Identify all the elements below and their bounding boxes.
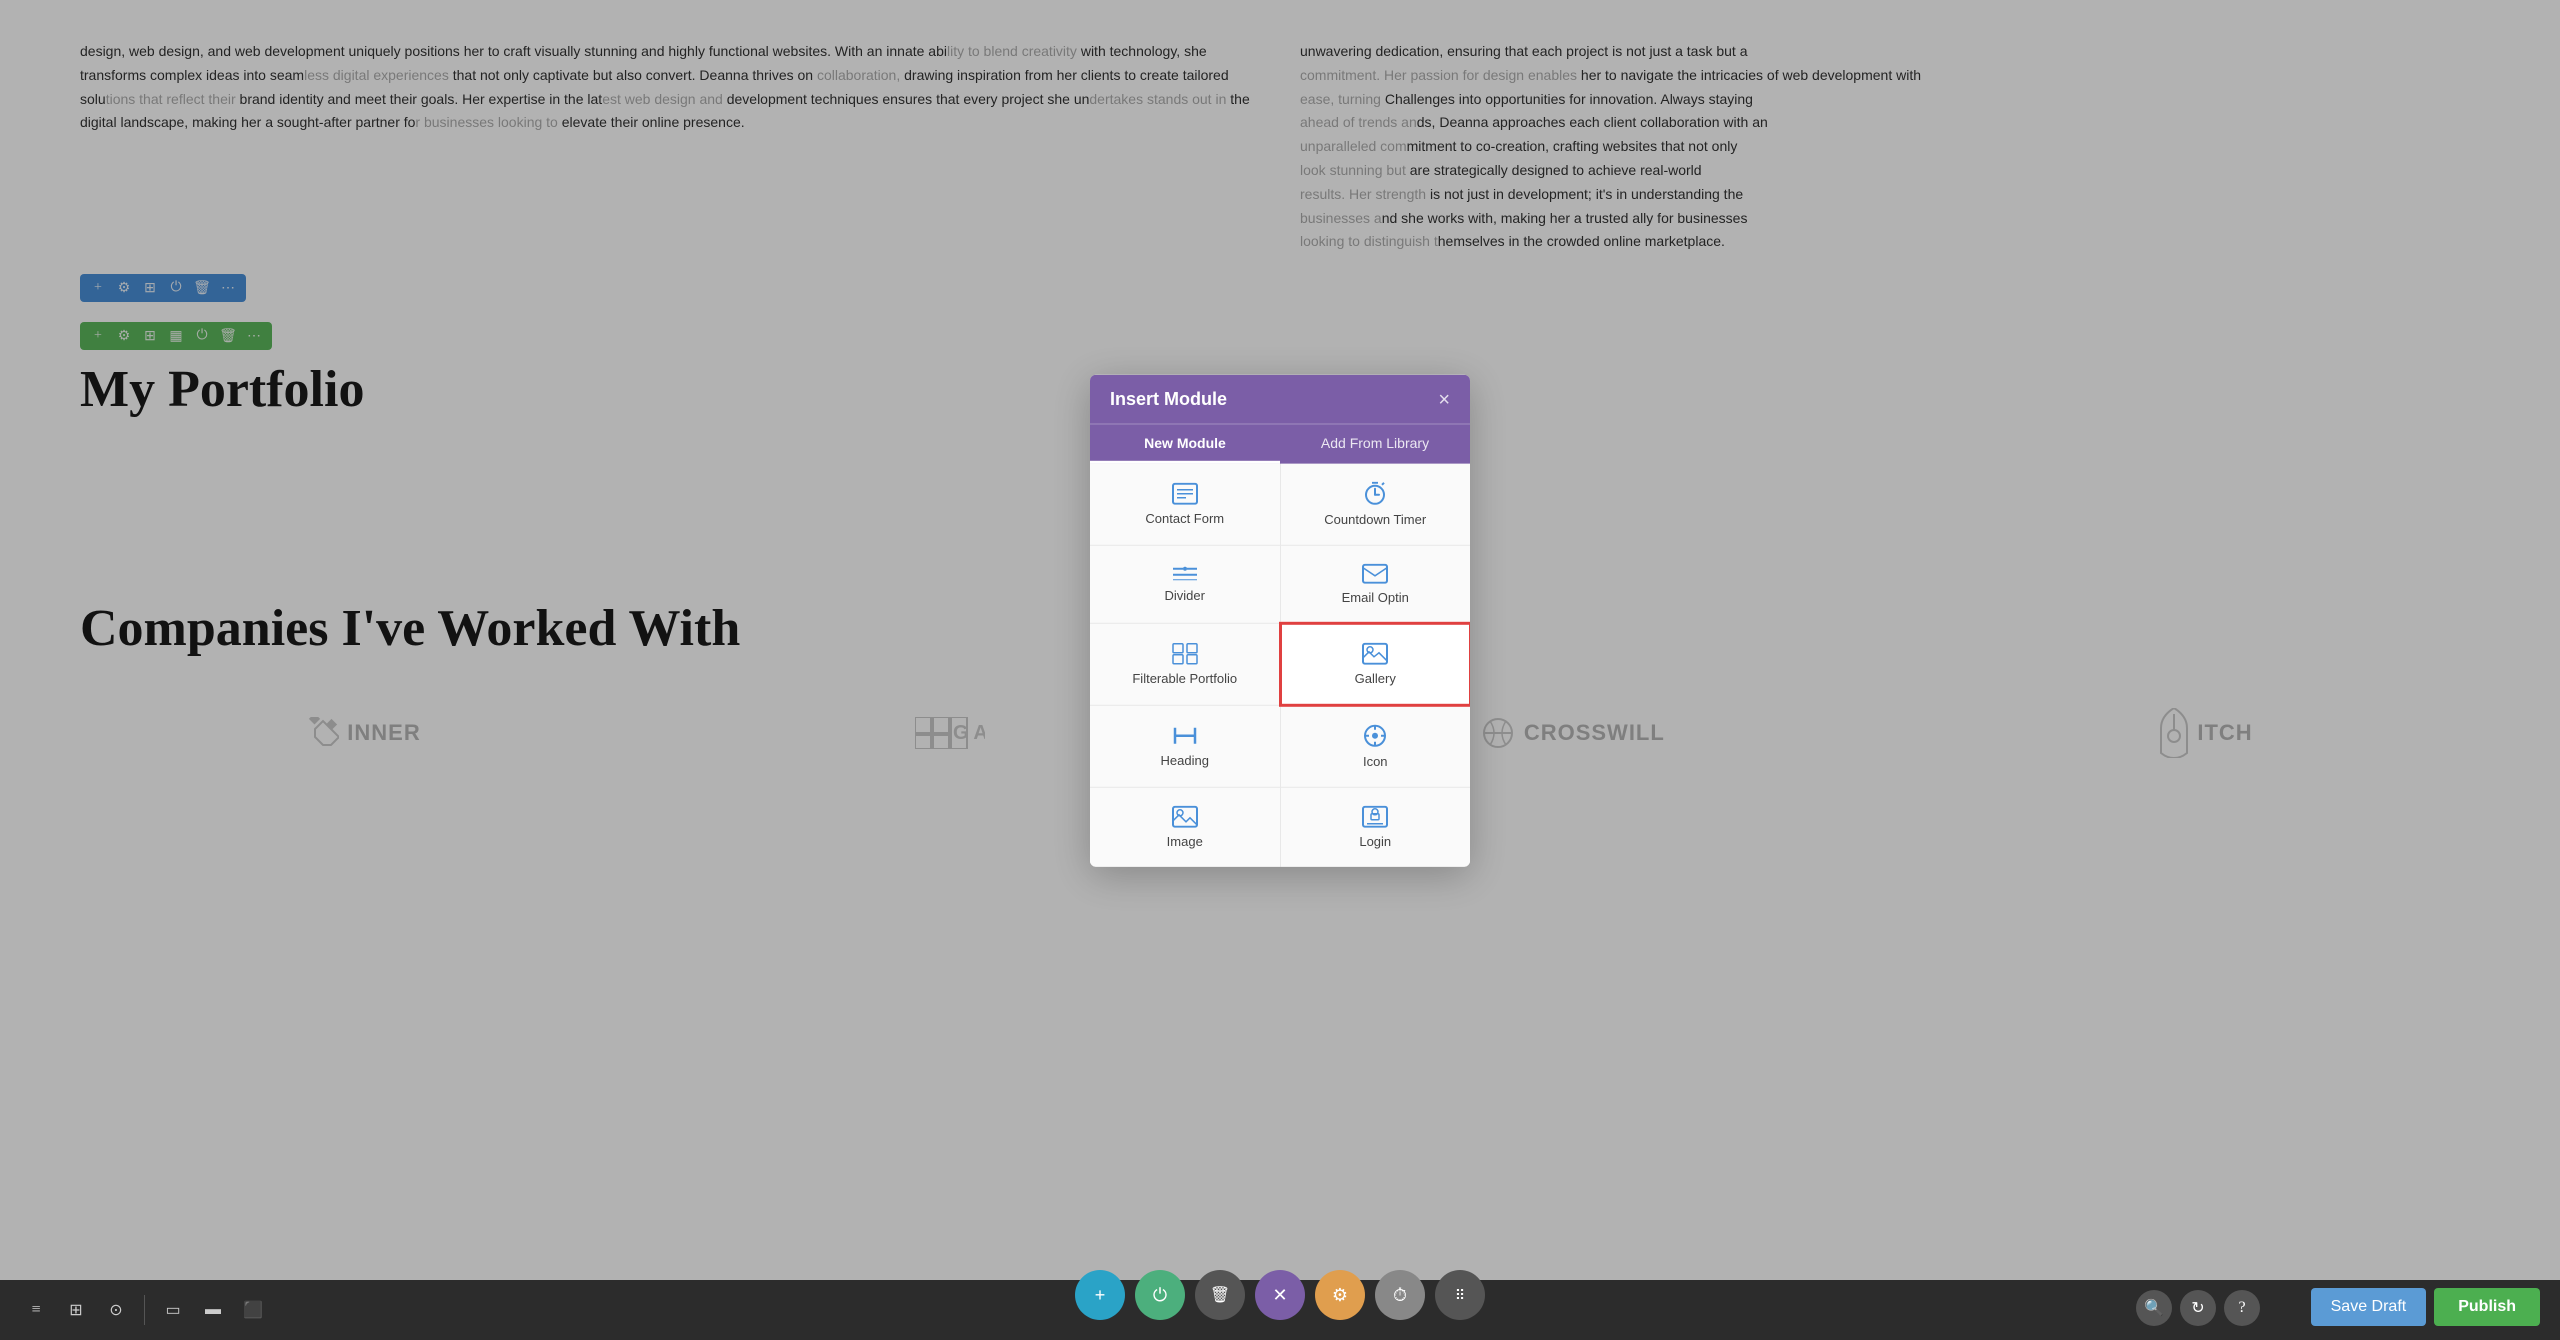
login-icon bbox=[1362, 806, 1388, 828]
fab-delete[interactable]: 🗑 bbox=[1195, 1270, 1245, 1320]
menu-icon[interactable]: ≡ bbox=[20, 1294, 52, 1326]
bottom-right-icons: 🔍 ↻ ? bbox=[2136, 1290, 2260, 1326]
module-email-optin[interactable]: Email Optin bbox=[1281, 546, 1471, 623]
module-countdown-timer[interactable]: Countdown Timer bbox=[1281, 464, 1471, 545]
modal-tabs: New Module Add From Library bbox=[1090, 424, 1470, 464]
publish-button[interactable]: Publish bbox=[2434, 1288, 2540, 1326]
divider-icon bbox=[1172, 566, 1198, 582]
icon-module-label: Icon bbox=[1363, 754, 1388, 769]
tab-new-module[interactable]: New Module bbox=[1090, 425, 1280, 464]
filterable-portfolio-icon bbox=[1172, 643, 1198, 665]
modules-grid: Contact Form Countdown Timer Divider bbox=[1090, 464, 1470, 867]
image-label: Image bbox=[1167, 834, 1203, 849]
gallery-icon bbox=[1362, 643, 1388, 665]
desktop-view-icon[interactable]: ▭ bbox=[157, 1294, 189, 1326]
countdown-timer-icon bbox=[1363, 482, 1387, 506]
filterable-portfolio-label: Filterable Portfolio bbox=[1132, 671, 1237, 686]
module-contact-form[interactable]: Contact Form bbox=[1090, 464, 1280, 545]
image-icon bbox=[1172, 806, 1198, 828]
help-icon[interactable]: ? bbox=[2224, 1290, 2260, 1326]
module-icon-item[interactable]: Icon bbox=[1281, 706, 1471, 787]
insert-module-modal: Insert Module × New Module Add From Libr… bbox=[1090, 375, 1470, 867]
modal-title: Insert Module bbox=[1110, 389, 1227, 410]
fab-power[interactable]: ⏻ bbox=[1135, 1270, 1185, 1320]
module-login[interactable]: Login bbox=[1281, 788, 1471, 867]
divider-label: Divider bbox=[1165, 588, 1205, 603]
module-gallery[interactable]: Gallery bbox=[1279, 622, 1471, 707]
tab-add-from-library[interactable]: Add From Library bbox=[1280, 425, 1470, 464]
email-optin-icon bbox=[1362, 564, 1388, 584]
heading-icon bbox=[1172, 725, 1198, 747]
modal-close-button[interactable]: × bbox=[1438, 389, 1450, 409]
save-draft-button[interactable]: Save Draft bbox=[2311, 1288, 2427, 1326]
icon-module-icon bbox=[1363, 724, 1387, 748]
floating-actions: + ⏻ 🗑 ✕ ⚙ ⏱ ⠿ bbox=[1075, 1270, 1485, 1320]
module-filterable-portfolio[interactable]: Filterable Portfolio bbox=[1090, 624, 1280, 705]
contact-form-label: Contact Form bbox=[1145, 511, 1224, 526]
heading-label: Heading bbox=[1161, 753, 1209, 768]
modal-header: Insert Module × bbox=[1090, 375, 1470, 424]
fab-settings[interactable]: ⚙ bbox=[1315, 1270, 1365, 1320]
contact-form-icon bbox=[1172, 483, 1198, 505]
countdown-timer-label: Countdown Timer bbox=[1324, 512, 1426, 527]
fab-drag[interactable]: ⠿ bbox=[1435, 1270, 1485, 1320]
fab-timer[interactable]: ⏱ bbox=[1375, 1270, 1425, 1320]
gallery-label: Gallery bbox=[1355, 671, 1396, 686]
module-divider[interactable]: Divider bbox=[1090, 546, 1280, 623]
module-image[interactable]: Image bbox=[1090, 788, 1280, 867]
toolbar-separator bbox=[144, 1295, 145, 1325]
fab-add[interactable]: + bbox=[1075, 1270, 1125, 1320]
email-optin-label: Email Optin bbox=[1342, 590, 1409, 605]
publish-actions: Save Draft Publish bbox=[2311, 1288, 2540, 1326]
mobile-view-icon[interactable]: ⬛ bbox=[237, 1294, 269, 1326]
refresh-icon[interactable]: ↻ bbox=[2180, 1290, 2216, 1326]
search-toolbar-icon[interactable]: ⊙ bbox=[100, 1294, 132, 1326]
module-heading[interactable]: Heading bbox=[1090, 706, 1280, 787]
tablet-view-icon[interactable]: ▬ bbox=[197, 1294, 229, 1326]
login-label: Login bbox=[1359, 834, 1391, 849]
fab-close[interactable]: ✕ bbox=[1255, 1270, 1305, 1320]
grid-view-icon[interactable]: ⊞ bbox=[60, 1294, 92, 1326]
search-icon[interactable]: 🔍 bbox=[2136, 1290, 2172, 1326]
